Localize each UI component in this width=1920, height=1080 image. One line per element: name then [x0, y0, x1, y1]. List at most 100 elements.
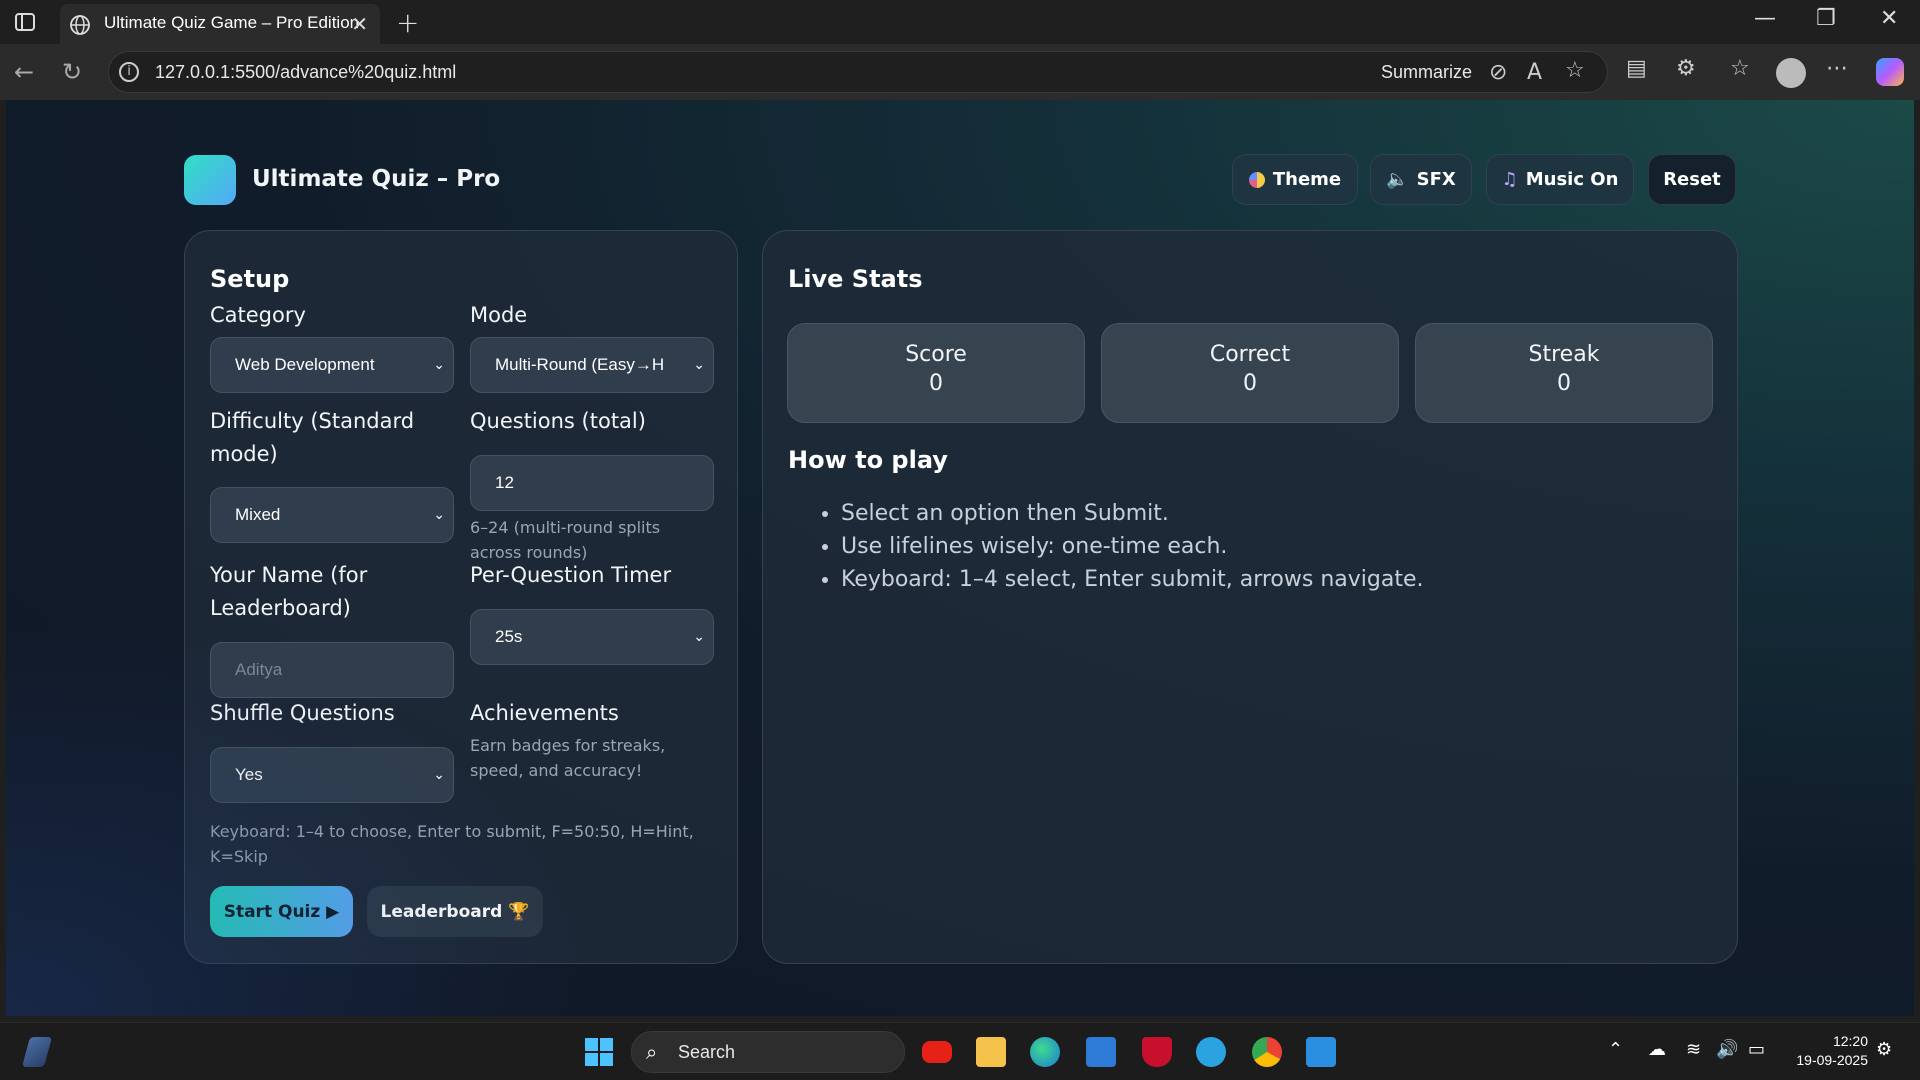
close-window-button[interactable]: ✕ — [1880, 6, 1898, 31]
youtube-icon[interactable] — [922, 1041, 952, 1063]
windows-start-icon[interactable] — [584, 1037, 614, 1067]
sidebar-app-icon[interactable]: ▤ — [1626, 56, 1647, 81]
trophy-icon: 🏆 — [508, 901, 530, 922]
reload-icon[interactable]: ↻ — [62, 58, 82, 86]
widgets-icon[interactable] — [21, 1037, 53, 1067]
sfx-button-label: SFX — [1416, 169, 1456, 190]
mode-select-value: Multi-Round (Easy→H — [495, 355, 665, 374]
site-info-icon[interactable]: i — [119, 62, 139, 82]
address-bar[interactable]: i 127.0.0.1:5500/advance%20quiz.html Sum… — [108, 51, 1608, 93]
category-select-value: Web Development — [235, 355, 375, 374]
list-item: Use lifelines wisely: one-time each. — [841, 530, 1424, 563]
wifi-icon[interactable]: ≋ — [1686, 1039, 1701, 1060]
quiz-page: Ultimate Quiz – Pro Theme 🔈 SFX ♫ Music … — [6, 100, 1914, 1016]
clock-time: 12:20 — [1832, 1033, 1868, 1049]
chevron-up-icon[interactable]: ⌃ — [1608, 1039, 1623, 1060]
timer-select[interactable]: 25s ⌄ — [470, 609, 714, 665]
streak-label: Streak — [1528, 342, 1600, 367]
timer-select-value: 25s — [495, 627, 523, 646]
leaderboard-button[interactable]: Leaderboard 🏆 — [367, 886, 543, 937]
list-item: Keyboard: 1–4 select, Enter submit, arro… — [841, 563, 1424, 596]
difficulty-select[interactable]: Mixed ⌄ — [210, 487, 454, 543]
browser-tabbar: Ultimate Quiz Game – Pro Edition ✕ + — ❐… — [0, 0, 1920, 44]
tab-title: Ultimate Quiz Game – Pro Edition — [104, 13, 360, 32]
achievements-hint: Earn badges for streaks, speed, and accu… — [470, 736, 666, 780]
correct-label: Correct — [1209, 342, 1291, 367]
copilot-icon[interactable] — [1876, 58, 1904, 86]
difficulty-label: Difficulty (Standard mode) — [210, 409, 415, 466]
chevron-down-icon: ⌄ — [433, 356, 445, 372]
telegram-icon[interactable] — [1196, 1037, 1226, 1067]
streak-value: 0 — [1557, 371, 1571, 396]
mode-select[interactable]: Multi-Round (Easy→H ⌄ — [470, 337, 714, 393]
streak-stat: Streak 0 — [1415, 323, 1713, 423]
favorites-icon[interactable]: ☆ — [1730, 56, 1750, 81]
maximize-button[interactable]: ❐ — [1816, 6, 1836, 31]
close-tab-icon[interactable]: ✕ — [351, 12, 368, 36]
chevron-down-icon: ⌄ — [693, 628, 705, 644]
questions-hint: 6–24 (multi-round splits across rounds) — [470, 518, 661, 562]
tab-actions-icon[interactable] — [14, 11, 36, 33]
achievements-label: Achievements — [470, 701, 619, 725]
url-text[interactable]: 127.0.0.1:5500/advance%20quiz.html — [155, 62, 456, 83]
browser-tab[interactable]: Ultimate Quiz Game – Pro Edition ✕ — [60, 4, 380, 44]
name-input[interactable]: Aditya — [210, 642, 454, 698]
how-to-play-list: Select an option then Submit. Use lifeli… — [841, 497, 1424, 596]
category-label: Category — [210, 303, 306, 327]
profile-avatar-icon[interactable] — [1776, 58, 1806, 88]
chevron-down-icon: ⌄ — [433, 766, 445, 782]
questions-input[interactable]: 12 — [470, 455, 714, 511]
volume-icon[interactable]: 🔊 — [1716, 1039, 1738, 1060]
windows-taskbar: ⌕ Search ⌃ ☁ ≋ 🔊 ▭ 12:20 19-09-2025 ⚙ — [0, 1022, 1920, 1080]
more-options-icon[interactable]: ⋯ — [1826, 56, 1848, 81]
stats-card: Live Stats Score 0 Correct 0 Streak 0 Ho… — [762, 230, 1738, 964]
globe-icon — [70, 15, 90, 35]
file-explorer-icon[interactable] — [976, 1037, 1006, 1067]
taskbar-search[interactable]: ⌕ Search — [631, 1031, 905, 1073]
chevron-down-icon: ⌄ — [433, 506, 445, 522]
music-button[interactable]: ♫ Music On — [1486, 154, 1634, 205]
questions-label: Questions (total) — [470, 409, 646, 433]
theme-button[interactable]: Theme — [1232, 154, 1358, 205]
favorite-star-icon[interactable]: ☆ — [1565, 58, 1585, 83]
extensions-icon[interactable]: ⚙ — [1676, 56, 1696, 81]
app-icon[interactable] — [1086, 1037, 1116, 1067]
keyboard-hint: Keyboard: 1–4 to choose, Enter to submit… — [210, 822, 694, 866]
new-tab-button[interactable]: + — [396, 6, 419, 39]
leaderboard-button-label: Leaderboard — [380, 901, 503, 922]
how-to-play-heading: How to play — [788, 446, 948, 474]
score-value: 0 — [929, 371, 943, 396]
mcafee-icon[interactable] — [1142, 1037, 1172, 1067]
setup-card: Setup Category Web Development ⌄ Mode Mu… — [184, 230, 738, 964]
app-logo — [184, 155, 236, 205]
back-arrow-icon[interactable]: ← — [14, 58, 34, 86]
difficulty-select-value: Mixed — [235, 505, 281, 524]
copilot-summarize-icon[interactable]: ⊘ — [1489, 60, 1507, 85]
cloud-icon[interactable]: ☁ — [1648, 1039, 1666, 1060]
edge-browser-icon[interactable] — [1030, 1037, 1060, 1067]
summarize-button[interactable]: Summarize — [1381, 62, 1472, 83]
taskbar-search-label: Search — [678, 1042, 736, 1062]
read-aloud-icon[interactable]: A — [1527, 60, 1542, 85]
taskbar-clock[interactable]: 12:20 19-09-2025 — [1796, 1032, 1868, 1070]
reset-button[interactable]: Reset — [1648, 154, 1736, 205]
notifications-icon[interactable]: ⚙ — [1876, 1039, 1892, 1060]
shuffle-label: Shuffle Questions — [210, 701, 395, 725]
shuffle-select[interactable]: Yes ⌄ — [210, 747, 454, 803]
shuffle-select-value: Yes — [235, 765, 263, 784]
speaker-icon: 🔈 — [1386, 169, 1409, 190]
category-select[interactable]: Web Development ⌄ — [210, 337, 454, 393]
chrome-icon[interactable] — [1252, 1037, 1282, 1067]
list-item: Select an option then Submit. — [841, 497, 1424, 530]
correct-value: 0 — [1243, 371, 1257, 396]
start-quiz-button[interactable]: Start Quiz ▶ — [210, 886, 353, 937]
minimize-button[interactable]: — — [1754, 6, 1776, 31]
music-button-label: Music On — [1525, 169, 1619, 190]
timer-label: Per-Question Timer — [470, 563, 672, 587]
music-note-icon: ♫ — [1501, 169, 1518, 190]
vscode-icon[interactable] — [1306, 1037, 1336, 1067]
sfx-button[interactable]: 🔈 SFX — [1370, 154, 1472, 205]
battery-icon[interactable]: ▭ — [1748, 1039, 1765, 1060]
theme-palette-icon — [1248, 171, 1265, 188]
live-stats-heading: Live Stats — [788, 265, 923, 293]
